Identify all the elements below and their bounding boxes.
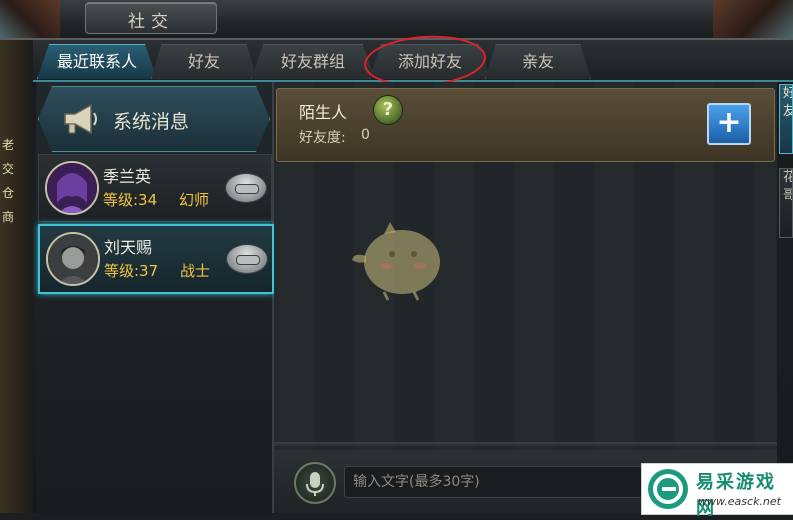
chat-bubble-icon — [236, 255, 260, 265]
empty-chat-mascot — [352, 222, 440, 301]
window-title: 社交 — [128, 12, 174, 32]
corner-ornament — [0, 0, 60, 38]
stranger-name: 陌生人 — [299, 103, 348, 122]
affinity-label: 好友度: — [299, 130, 346, 146]
horn-icon — [64, 103, 97, 135]
affinity-value: 0 — [361, 127, 370, 143]
side-tab[interactable]: 花哥 — [779, 168, 793, 238]
contact-class: 战士 — [180, 262, 211, 280]
chat-button[interactable] — [225, 173, 267, 203]
title-plate: 社交 — [85, 2, 217, 34]
strip-text: 仓 — [2, 186, 15, 200]
watermark-logo-icon — [648, 469, 688, 509]
avatar — [45, 161, 99, 215]
chat-bubble-icon — [235, 184, 259, 194]
divider — [274, 442, 777, 446]
contact-item[interactable]: 季兰英 等级:34 幻师 — [38, 154, 272, 222]
contact-class: 幻师 — [179, 191, 210, 209]
tab-friend-groups[interactable]: 好友群组 — [251, 44, 375, 79]
tab-relatives[interactable]: 亲友 — [485, 44, 591, 79]
avatar — [46, 232, 100, 286]
side-tab[interactable]: 好友 — [779, 84, 793, 154]
tab-add-friend[interactable]: 添加好友 — [369, 44, 491, 79]
title-bar: 社交 — [0, 0, 793, 40]
plus-icon: + — [716, 105, 742, 140]
stranger-card: 陌生人 ? 好友度: 0 + — [276, 88, 775, 162]
microphone-button[interactable] — [294, 462, 336, 504]
strip-text: 商 — [2, 210, 15, 224]
contact-item[interactable]: 刘天赐 等级:37 战士 — [38, 224, 274, 294]
watermark: 易采游戏网 www.easck.net — [641, 463, 793, 519]
contacts-panel: 系统消息 季兰英 等级:34 幻师 刘天赐 等级:37 战士 — [36, 82, 274, 513]
chat-button[interactable] — [226, 244, 268, 274]
contact-level: 等级:34 — [103, 191, 158, 209]
tab-recent-contacts[interactable]: 最近联系人 — [37, 44, 157, 79]
watermark-url: www.easck.net — [698, 495, 781, 508]
strip-text: 交 — [2, 162, 15, 176]
message-input[interactable] — [344, 466, 644, 498]
tab-friends[interactable]: 好友 — [151, 44, 257, 79]
watermark-title: 易采游戏网 — [696, 472, 776, 519]
contact-level: 等级:37 — [104, 262, 159, 280]
add-friend-button[interactable]: + — [707, 103, 751, 145]
contact-name: 季兰英 — [103, 167, 152, 186]
strip-text: 老 — [2, 138, 15, 152]
contact-name: 刘天赐 — [104, 238, 153, 257]
microphone-icon — [306, 472, 324, 496]
corner-ornament — [713, 0, 793, 38]
background-ui-strip: 老 交 仓 商 — [0, 38, 33, 513]
question-icon[interactable]: ? — [373, 95, 403, 125]
tab-bar: 最近联系人 好友 好友群组 添加好友 亲友 — [33, 40, 793, 82]
chat-panel: 陌生人 ? 好友度: 0 + — [274, 82, 777, 513]
system-message-label: 系统消息 — [113, 111, 190, 133]
system-message-button[interactable]: 系统消息 — [38, 86, 270, 152]
